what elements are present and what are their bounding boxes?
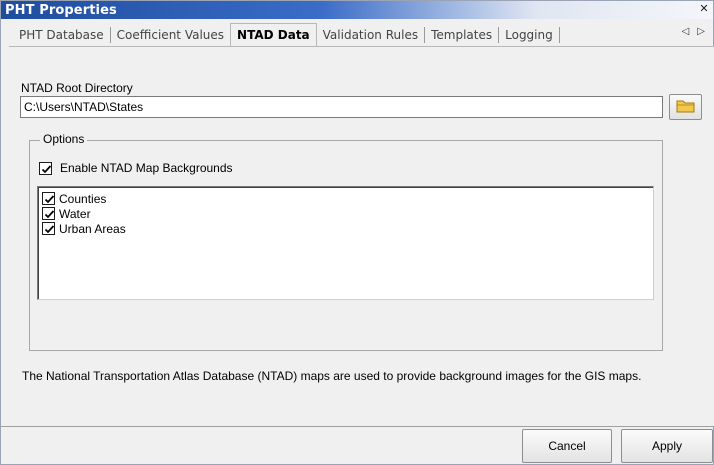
list-item[interactable]: Counties xyxy=(38,191,653,206)
tab-templates[interactable]: Templates xyxy=(425,25,498,45)
ntad-description: The National Transportation Atlas Databa… xyxy=(22,369,642,383)
tab-scroll-arrows: ◁ ▷ xyxy=(682,26,705,37)
list-item[interactable]: Urban Areas xyxy=(38,221,653,236)
options-legend: Options xyxy=(40,132,88,146)
tab-separator xyxy=(558,27,560,43)
water-checkbox[interactable] xyxy=(42,207,55,220)
check-icon xyxy=(44,210,55,219)
tab-scroll-right-icon[interactable]: ▷ xyxy=(697,26,705,37)
close-button[interactable]: ✕ xyxy=(697,2,711,16)
counties-label: Counties xyxy=(59,191,107,206)
tab-strip: PHT Database Coefficient Values NTAD Dat… xyxy=(13,23,714,47)
apply-button[interactable]: Apply xyxy=(621,429,713,463)
properties-dialog: PHT Properties ✕ PHT Database Coefficien… xyxy=(0,0,714,465)
window-title: PHT Properties xyxy=(5,3,117,18)
cancel-button[interactable]: Cancel xyxy=(522,429,612,463)
footer-divider xyxy=(1,426,714,427)
enable-backgrounds-row[interactable]: Enable NTAD Map Backgrounds xyxy=(39,161,233,175)
urban-areas-checkbox[interactable] xyxy=(42,222,55,235)
enable-backgrounds-label: Enable NTAD Map Backgrounds xyxy=(60,161,233,175)
tab-validation-rules[interactable]: Validation Rules xyxy=(317,25,424,45)
title-bar[interactable]: PHT Properties ✕ xyxy=(1,1,713,19)
tab-logging[interactable]: Logging xyxy=(499,25,559,45)
tab-pht-database[interactable]: PHT Database xyxy=(13,25,110,45)
check-icon xyxy=(44,195,55,204)
list-item[interactable]: Water xyxy=(38,206,653,221)
counties-checkbox[interactable] xyxy=(42,192,55,205)
check-icon xyxy=(41,164,52,173)
enable-backgrounds-checkbox[interactable] xyxy=(39,161,52,175)
browse-folder-button[interactable] xyxy=(669,94,702,120)
root-directory-label: NTAD Root Directory xyxy=(21,81,133,95)
tab-coefficient-values[interactable]: Coefficient Values xyxy=(111,25,230,45)
urban-areas-label: Urban Areas xyxy=(59,221,126,236)
root-directory-input[interactable] xyxy=(20,96,663,118)
folder-icon xyxy=(676,98,696,117)
map-layers-list[interactable]: Counties Water Urban Areas xyxy=(37,186,654,300)
tab-ntad-data[interactable]: NTAD Data xyxy=(230,23,317,47)
check-icon xyxy=(44,225,55,234)
tab-scroll-left-icon[interactable]: ◁ xyxy=(682,26,690,37)
water-label: Water xyxy=(59,206,91,221)
